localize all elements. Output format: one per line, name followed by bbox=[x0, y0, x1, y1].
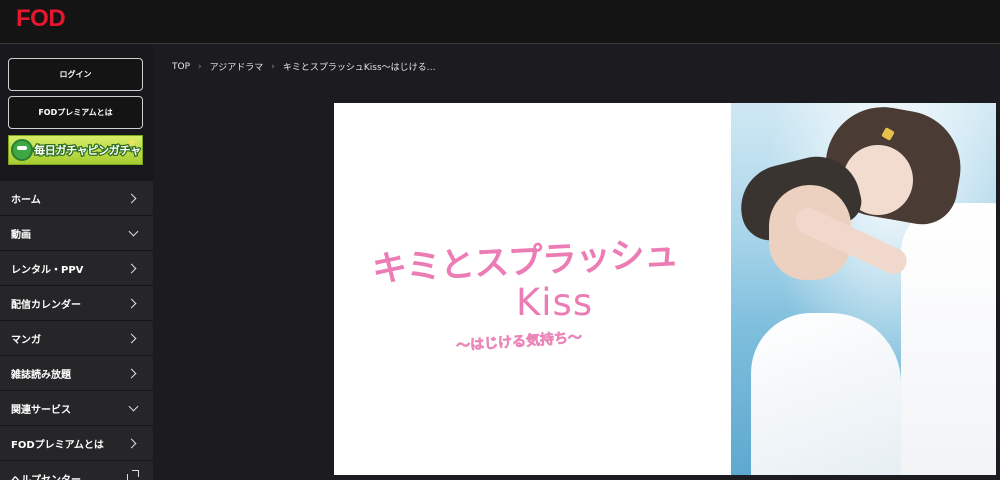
gacha-banner[interactable]: 毎日ガチャピンガチャ bbox=[8, 135, 143, 165]
sidebar-item-label: 配信カレンダー bbox=[11, 299, 81, 311]
sidebar-menu: ホーム 動画 レンタル・PPV 配信カレンダー マンガ 雑誌読み放題 関連サービ… bbox=[0, 181, 153, 480]
hero-key-visual[interactable]: キミとスプラッシュ Kiss 〜はじける気持ち〜 bbox=[334, 103, 996, 475]
login-button[interactable]: ログイン bbox=[8, 58, 143, 91]
chevron-right-icon bbox=[126, 368, 137, 378]
fod-logo[interactable]: FOD bbox=[16, 6, 66, 32]
chevron-right-icon: › bbox=[271, 61, 275, 72]
sidebar-item-home[interactable]: ホーム bbox=[0, 181, 153, 216]
hero-title-line2: Kiss bbox=[516, 281, 594, 324]
sidebar-item-label: 関連サービス bbox=[11, 404, 71, 416]
external-link-icon bbox=[127, 470, 139, 480]
sidebar-item-label: 動画 bbox=[11, 229, 31, 241]
sidebar-item-label: 雑誌読み放題 bbox=[11, 369, 71, 381]
gacha-banner-text: 毎日ガチャピンガチャ bbox=[33, 143, 142, 159]
chevron-down-icon bbox=[128, 401, 139, 411]
sidebar-item-premium[interactable]: FODプレミアムとは bbox=[0, 426, 153, 461]
sidebar-item-related-services[interactable]: 関連サービス bbox=[0, 391, 153, 426]
chevron-right-icon bbox=[126, 333, 137, 343]
sidebar: ログイン FODプレミアムとは 毎日ガチャピンガチャ ホーム 動画 レンタル・P… bbox=[0, 45, 153, 480]
breadcrumb-current: キミとスプラッシュKiss〜はじける… bbox=[282, 63, 436, 73]
hero-photo bbox=[731, 103, 996, 475]
sidebar-item-rental[interactable]: レンタル・PPV bbox=[0, 251, 153, 286]
sidebar-item-video[interactable]: 動画 bbox=[0, 216, 153, 251]
sidebar-item-label: ホーム bbox=[11, 194, 41, 206]
sidebar-item-magazines[interactable]: 雑誌読み放題 bbox=[0, 356, 153, 391]
sidebar-item-manga[interactable]: マンガ bbox=[0, 321, 153, 356]
gachapin-mascot-icon bbox=[11, 139, 33, 161]
chevron-right-icon bbox=[126, 438, 137, 448]
chevron-right-icon bbox=[126, 263, 137, 273]
sidebar-item-label: FODプレミアムとは bbox=[11, 439, 104, 451]
sidebar-item-help-center[interactable]: ヘルプセンター bbox=[0, 461, 153, 480]
breadcrumb-top[interactable]: TOP bbox=[172, 62, 190, 72]
chevron-down-icon bbox=[128, 226, 139, 236]
chevron-right-icon: › bbox=[198, 61, 202, 72]
sidebar-item-calendar[interactable]: 配信カレンダー bbox=[0, 286, 153, 321]
top-header: FOD bbox=[0, 0, 1000, 44]
sidebar-item-label: レンタル・PPV bbox=[11, 264, 84, 276]
chevron-right-icon bbox=[126, 298, 137, 308]
sidebar-item-label: マンガ bbox=[11, 334, 41, 346]
breadcrumb: TOP › アジアドラマ › キミとスプラッシュKiss〜はじける… bbox=[172, 60, 436, 74]
hero-subtitle: 〜はじける気持ち〜 bbox=[455, 329, 583, 355]
breadcrumb-asian-drama[interactable]: アジアドラマ bbox=[210, 60, 264, 73]
premium-info-button[interactable]: FODプレミアムとは bbox=[8, 96, 143, 129]
hero-title-area: キミとスプラッシュ Kiss 〜はじける気持ち〜 bbox=[334, 103, 731, 475]
sidebar-item-label: ヘルプセンター bbox=[11, 474, 81, 480]
chevron-right-icon bbox=[126, 193, 137, 203]
